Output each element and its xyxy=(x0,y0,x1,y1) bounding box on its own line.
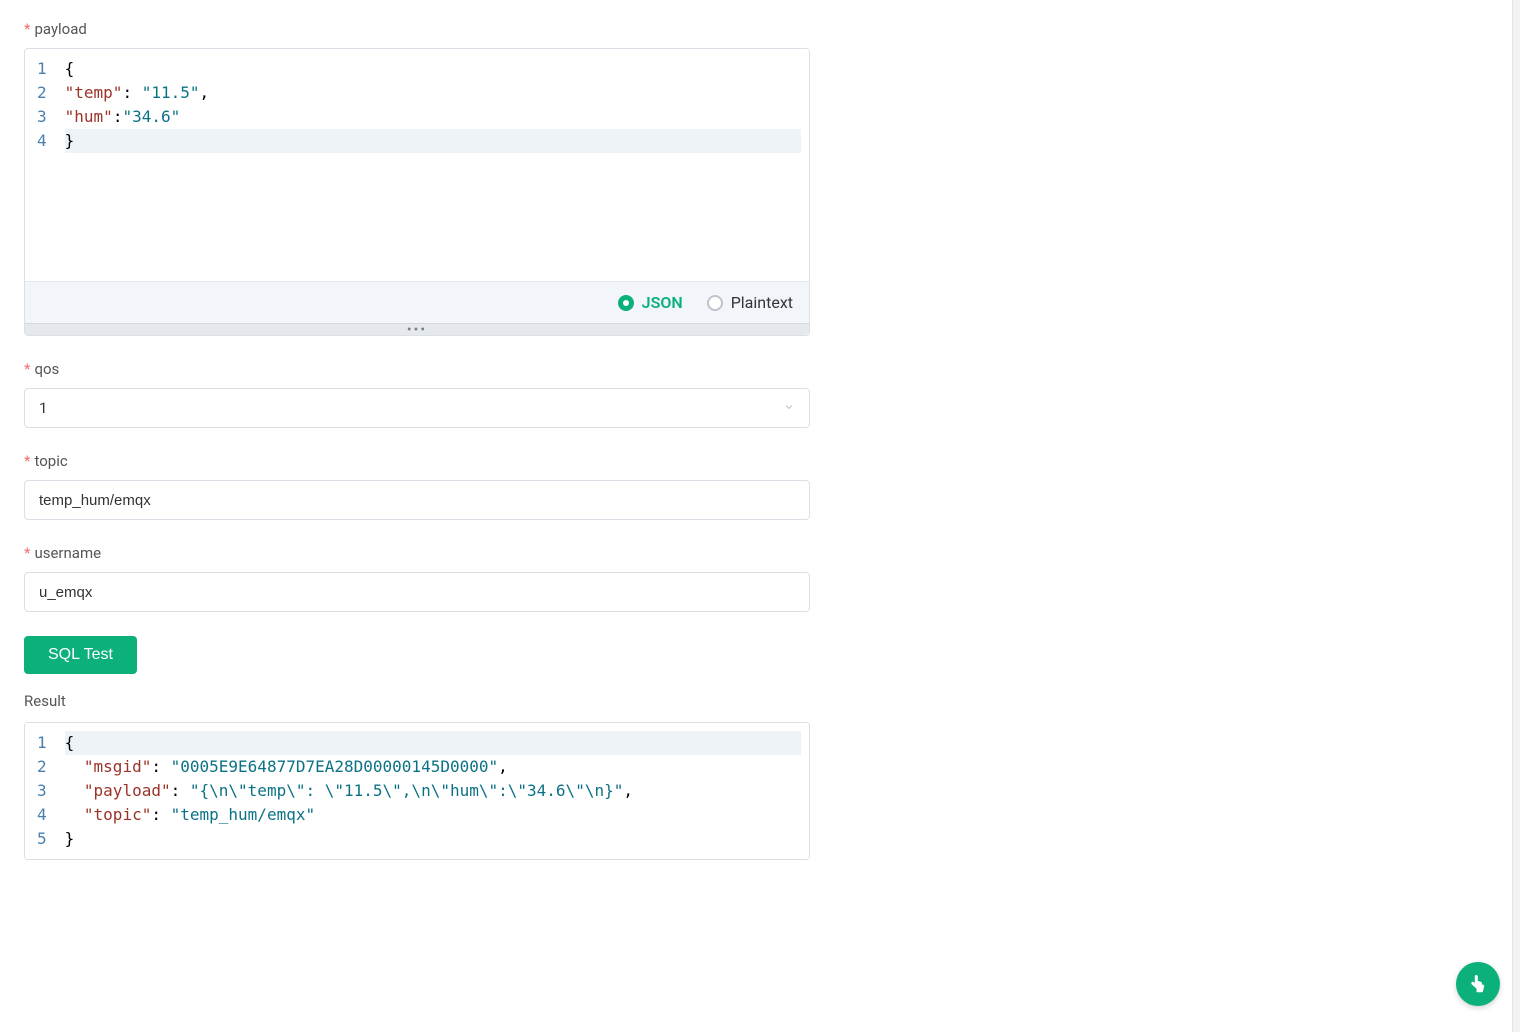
radio-dot-icon xyxy=(618,295,634,311)
radio-dot-icon xyxy=(707,295,723,311)
pointer-hand-icon xyxy=(1467,973,1489,995)
username-input[interactable] xyxy=(39,584,795,601)
scrollbar-track[interactable] xyxy=(1512,0,1520,1032)
topic-input[interactable] xyxy=(39,492,795,509)
code-body[interactable]: {"temp": "11.5","hum":"34.6"} xyxy=(57,49,809,281)
topic-label: *topic xyxy=(24,452,810,470)
resize-handle[interactable]: ••• xyxy=(25,323,809,335)
format-radio-json[interactable]: JSON xyxy=(618,293,683,312)
required-asterisk: * xyxy=(24,544,30,562)
chevron-down-icon xyxy=(783,399,795,417)
help-fab[interactable] xyxy=(1456,962,1500,1006)
result-editor[interactable]: 12345{ "msgid": "0005E9E64877D7EA28D0000… xyxy=(24,722,810,860)
topic-input-wrapper xyxy=(24,480,810,520)
qos-select[interactable]: 1 xyxy=(24,388,810,428)
username-label: *username xyxy=(24,544,810,562)
required-asterisk: * xyxy=(24,452,30,470)
payload-label: *payload xyxy=(24,20,810,38)
required-asterisk: * xyxy=(24,360,30,378)
result-label: Result xyxy=(24,692,810,710)
username-input-wrapper xyxy=(24,572,810,612)
code-body[interactable]: { "msgid": "0005E9E64877D7EA28D00000145D… xyxy=(57,723,809,859)
line-number-gutter: 12345 xyxy=(25,723,57,859)
qos-value: 1 xyxy=(39,399,47,417)
format-radio-plaintext[interactable]: Plaintext xyxy=(707,293,793,312)
payload-editor[interactable]: 1234{"temp": "11.5","hum":"34.6"} JSON P… xyxy=(24,48,810,336)
sql-test-button[interactable]: SQL Test xyxy=(24,636,137,674)
qos-label: *qos xyxy=(24,360,810,378)
line-number-gutter: 1234 xyxy=(25,49,57,281)
payload-format-bar: JSON Plaintext xyxy=(25,281,809,323)
required-asterisk: * xyxy=(24,20,30,38)
